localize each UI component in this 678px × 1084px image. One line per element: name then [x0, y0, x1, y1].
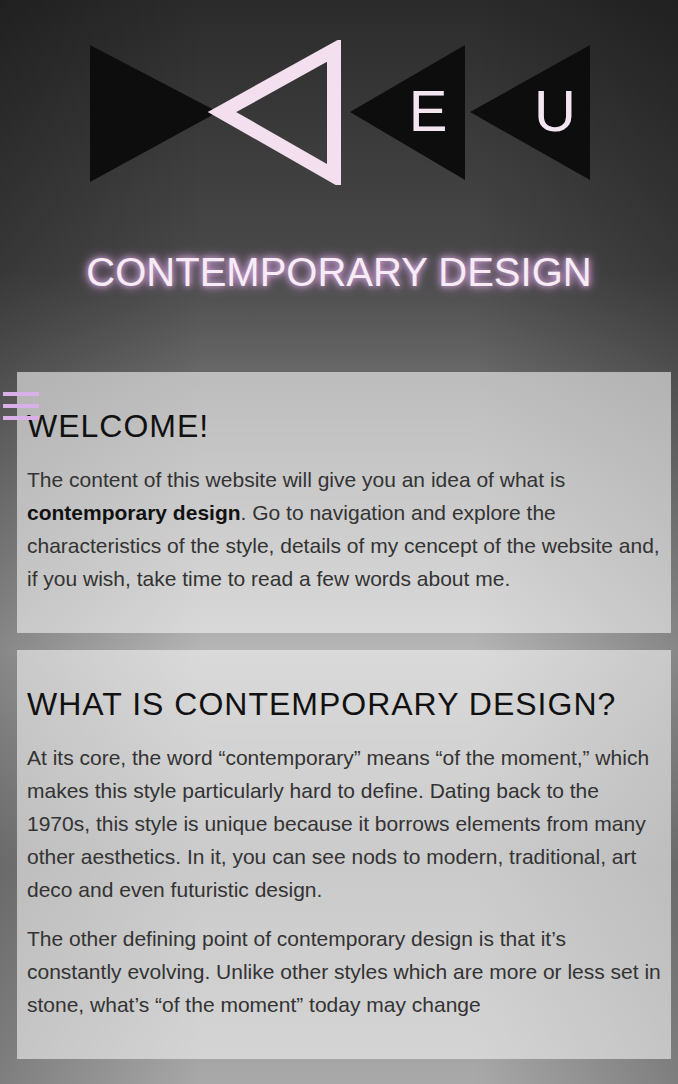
content-card: WELCOME! The content of this website will… — [17, 372, 671, 633]
card-paragraph: The other defining point of contemporary… — [27, 922, 661, 1021]
card-heading: WHAT IS CONTEMPORARY DESIGN? — [27, 686, 661, 723]
content: WELCOME! The content of this website will… — [0, 372, 678, 1079]
logo-icon[interactable]: EU — [90, 40, 590, 185]
site-title: CONTEMPORARY DESIGN — [86, 250, 591, 295]
page: EUCONTEMPORARY DESIGNWELCOME!The content… — [0, 0, 678, 1084]
hamburger-menu-icon[interactable] — [3, 390, 39, 422]
card-paragraph: At its core, the word “contemporary” mea… — [27, 741, 661, 906]
svg-text:U: U — [534, 78, 576, 143]
svg-text:E: E — [408, 78, 447, 143]
site-header: EUCONTEMPORARY DESIGN — [0, 0, 678, 372]
content-card: WHAT IS CONTEMPORARY DESIGN? At its core,… — [17, 650, 671, 1059]
card-paragraph: The content of this website will give yo… — [27, 463, 661, 595]
bold-text: contemporary design — [27, 501, 241, 524]
card-heading: WELCOME! — [27, 408, 661, 445]
